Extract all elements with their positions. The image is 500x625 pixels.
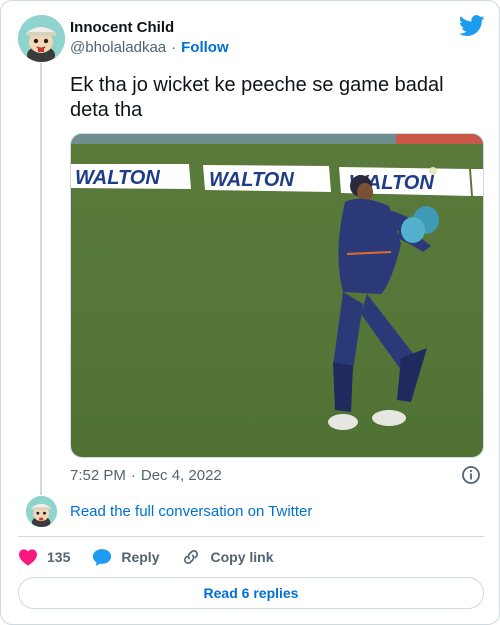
board-text-2: WALTON bbox=[209, 169, 294, 191]
separator-dot: · bbox=[130, 467, 136, 484]
reply-bubble-icon bbox=[93, 548, 112, 566]
tweet-text: Ek tha jo wicket ke peeche se game badal… bbox=[70, 74, 444, 121]
read-replies-button[interactable]: Read 6 replies bbox=[18, 577, 484, 609]
author-handle-row: @bholaladkaa · Follow bbox=[70, 39, 229, 56]
divider bbox=[18, 536, 484, 537]
thread-line bbox=[40, 63, 42, 495]
heart-icon bbox=[19, 549, 37, 566]
follow-button[interactable]: Follow bbox=[181, 39, 229, 56]
read-conversation-link[interactable]: Read the full conversation on Twitter bbox=[70, 503, 312, 520]
copy-link-label: Copy link bbox=[210, 549, 274, 565]
tweet-time[interactable]: 7:52 PM bbox=[70, 467, 126, 484]
copy-link-button[interactable]: Copy link bbox=[181, 547, 274, 567]
cartoon-child-avatar-icon bbox=[18, 15, 65, 62]
tweet-media-photo[interactable]: WALTON WALTON WALTON bbox=[70, 133, 484, 458]
link-icon bbox=[184, 550, 199, 564]
author-avatar[interactable] bbox=[18, 15, 65, 62]
twitter-bird-icon[interactable] bbox=[458, 15, 485, 37]
reply-label: Reply bbox=[121, 549, 160, 565]
like-button[interactable]: 135 bbox=[18, 548, 70, 566]
cartoon-child-avatar-icon bbox=[26, 496, 57, 527]
separator-dot: · bbox=[171, 39, 177, 56]
cricket-photo: WALTON WALTON WALTON bbox=[71, 134, 483, 457]
author-name[interactable]: Innocent Child bbox=[70, 19, 174, 36]
tweet-date[interactable]: Dec 4, 2022 bbox=[141, 467, 222, 484]
action-bar: 135 Reply Copy link bbox=[18, 545, 296, 569]
conversation-avatar[interactable] bbox=[26, 496, 57, 527]
like-count: 135 bbox=[47, 549, 71, 565]
board-text-1: WALTON bbox=[75, 167, 160, 189]
tweet-card: Innocent Child @bholaladkaa · Follow Ek … bbox=[0, 0, 500, 625]
tweet-timestamp[interactable]: 7:52 PM · Dec 4, 2022 bbox=[70, 467, 222, 484]
reply-button[interactable]: Reply bbox=[92, 548, 159, 567]
author-handle[interactable]: @bholaladkaa bbox=[70, 39, 166, 56]
cricket-ball bbox=[429, 167, 437, 175]
info-icon[interactable] bbox=[461, 465, 481, 485]
